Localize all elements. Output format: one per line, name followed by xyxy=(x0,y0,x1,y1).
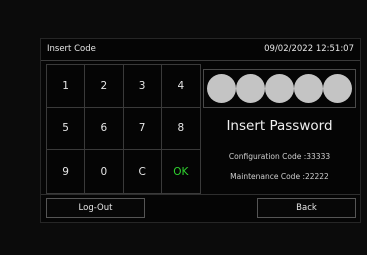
logout-button[interactable]: Log-Out xyxy=(46,198,145,218)
key-2[interactable]: 2 xyxy=(85,65,124,108)
key-5[interactable]: 5 xyxy=(47,107,86,151)
password-dot xyxy=(323,74,352,103)
key-9[interactable]: 9 xyxy=(47,150,86,193)
divider xyxy=(41,194,360,195)
back-button[interactable]: Back xyxy=(257,198,356,218)
top-bar: Insert Code 09/02/2022 12:51:07 xyxy=(41,39,360,61)
key-1[interactable]: 1 xyxy=(47,65,86,108)
password-dot xyxy=(207,74,236,103)
key-3[interactable]: 3 xyxy=(123,65,162,108)
key-8[interactable]: 8 xyxy=(161,108,200,151)
password-dot xyxy=(265,74,294,103)
clear-key[interactable]: C xyxy=(124,150,162,193)
screen-title: Insert Code xyxy=(47,44,96,54)
password-prompt: Insert Password xyxy=(226,118,333,134)
maintenance-code: Maintenance Code :22222 xyxy=(230,172,329,181)
configuration-code: Configuration Code :33333 xyxy=(228,152,331,161)
ok-key[interactable]: OK xyxy=(162,150,200,193)
datetime-display: 09/02/2022 12:51:07 xyxy=(264,44,354,54)
password-dot xyxy=(236,74,265,103)
code-entry-screen: Insert Code 09/02/2022 12:51:07 1 2 3 4 … xyxy=(40,38,361,223)
password-dot xyxy=(294,74,323,103)
key-0[interactable]: 0 xyxy=(85,150,124,193)
key-6[interactable]: 6 xyxy=(85,107,124,151)
password-dots xyxy=(203,69,356,108)
key-4[interactable]: 4 xyxy=(161,65,200,108)
key-7[interactable]: 7 xyxy=(123,107,162,151)
numeric-keypad: 1 2 3 4 5 6 7 8 9 0 C OK xyxy=(46,64,201,194)
